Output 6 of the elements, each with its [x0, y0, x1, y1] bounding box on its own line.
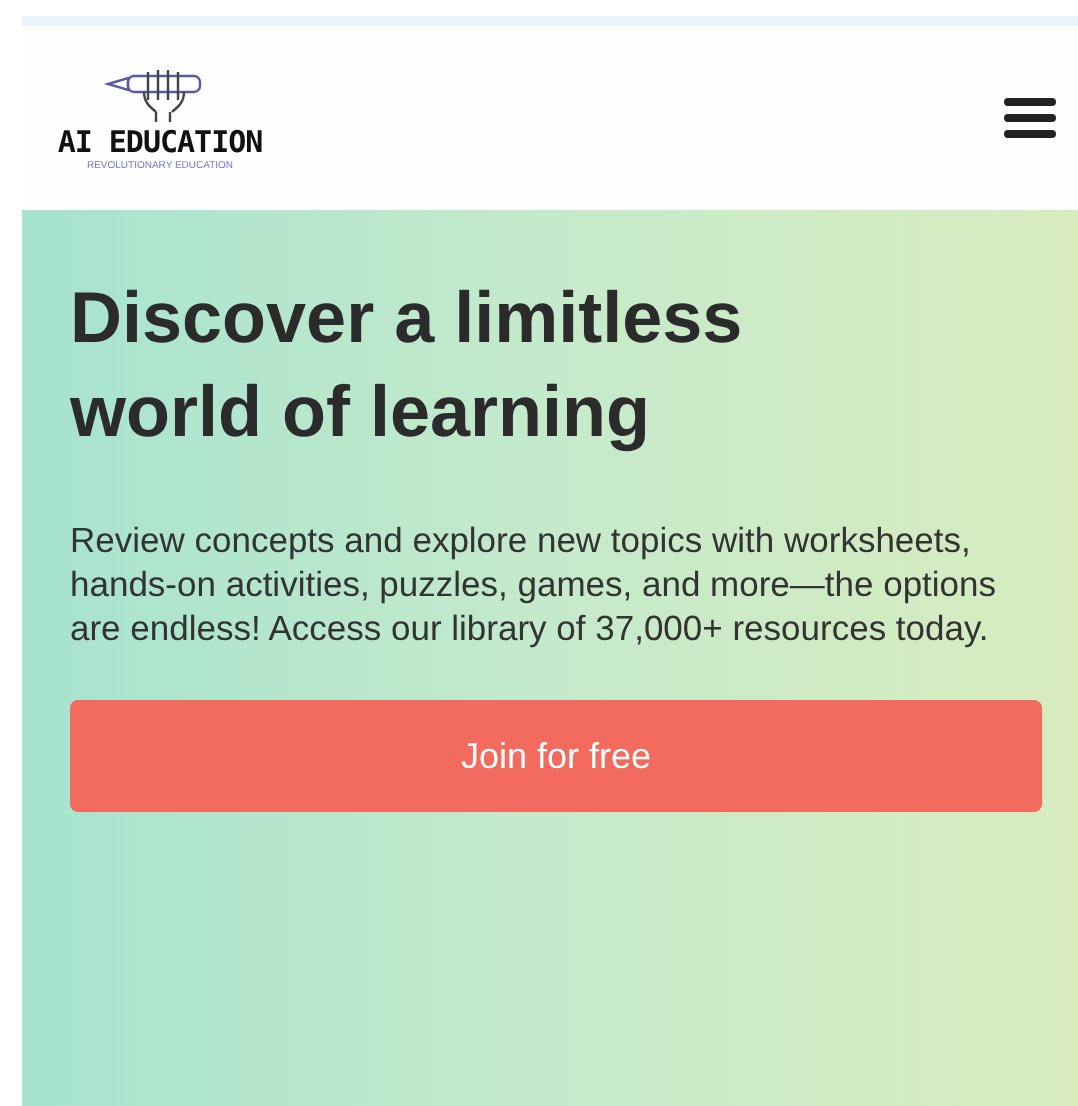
logo-name: AI EDUCATION	[57, 128, 263, 158]
hero-title: Discover a limitless world of learning	[70, 274, 745, 456]
menu-button[interactable]	[1000, 94, 1060, 142]
menu-icon	[1004, 98, 1056, 138]
join-button[interactable]: Join for free	[70, 700, 1042, 812]
hero-description: Review concepts and explore new topics with worksheets, hands-on activities, puzzles, games, and more—the options are endless! Access our library of 37,000+ resources today.	[70, 518, 999, 650]
